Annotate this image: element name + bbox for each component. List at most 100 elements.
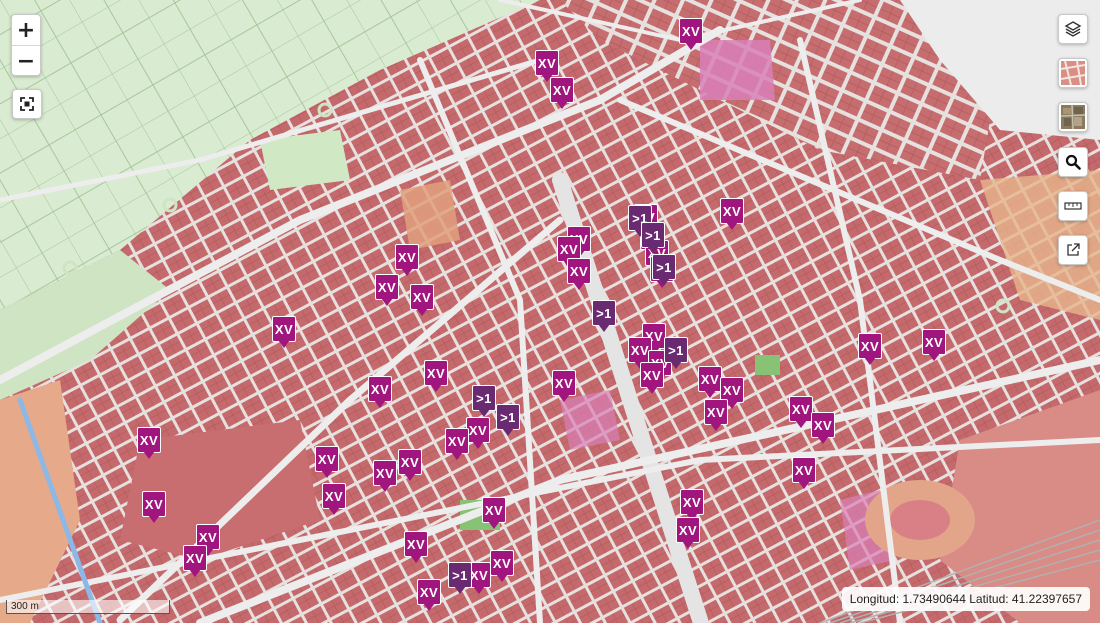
marker-label: XV xyxy=(858,333,882,359)
marker-pointer xyxy=(864,357,876,365)
xv-marker[interactable]: XV xyxy=(272,316,314,350)
marker-label: >1 xyxy=(664,337,688,363)
marker-pointer xyxy=(143,451,155,459)
xv-marker[interactable]: XV xyxy=(482,497,524,531)
xv-marker[interactable]: XV xyxy=(698,366,740,400)
marker-label: XV xyxy=(398,449,422,475)
marker-pointer xyxy=(573,282,585,290)
basemap-map-button[interactable] xyxy=(1058,58,1088,88)
xv-marker[interactable]: XV xyxy=(445,428,487,462)
marker-label: XV xyxy=(445,428,469,454)
xv-marker[interactable]: XV xyxy=(322,483,364,517)
marker-label: XV xyxy=(811,412,835,438)
marker-pointer xyxy=(404,473,416,481)
xv-marker[interactable]: XV xyxy=(550,77,592,111)
xv-marker[interactable]: XV xyxy=(315,446,357,480)
xv-marker[interactable]: XV xyxy=(183,545,225,579)
fullscreen-button[interactable] xyxy=(12,89,42,119)
marker-pointer xyxy=(416,308,428,316)
measure-button[interactable] xyxy=(1058,191,1088,221)
marker-label: XV xyxy=(410,284,434,310)
xv-marker[interactable]: XV xyxy=(142,491,184,525)
marker-label: >1 xyxy=(652,254,676,280)
cluster-marker[interactable]: >1 xyxy=(652,254,694,288)
xv-marker[interactable]: XV xyxy=(368,376,410,410)
marker-pointer xyxy=(321,470,333,478)
marker-label: XV xyxy=(640,362,664,388)
marker-pointer xyxy=(473,586,485,594)
marker-label: XV xyxy=(698,366,722,392)
xv-marker[interactable]: XV xyxy=(704,399,746,433)
search-button[interactable] xyxy=(1058,147,1088,177)
xv-marker[interactable]: XV xyxy=(404,531,446,565)
search-icon xyxy=(1065,154,1081,170)
marker-label: XV xyxy=(680,489,704,515)
xv-marker[interactable]: XV xyxy=(375,274,417,308)
xv-marker[interactable]: XV xyxy=(792,457,834,491)
xv-marker[interactable]: XV xyxy=(417,579,459,613)
marker-pointer xyxy=(795,420,807,428)
xv-marker[interactable]: XV xyxy=(398,449,440,483)
marker-label: XV xyxy=(315,446,339,472)
marker-label: XV xyxy=(417,579,441,605)
measure-icon xyxy=(1064,202,1082,210)
xv-marker[interactable]: XV xyxy=(789,396,831,430)
xv-marker[interactable]: XV xyxy=(679,18,721,52)
marker-label: XV xyxy=(183,545,207,571)
zoom-in-button[interactable]: + xyxy=(12,15,40,45)
layers-button[interactable] xyxy=(1058,14,1088,44)
marker-pointer xyxy=(472,441,484,449)
xv-marker[interactable]: XV xyxy=(410,284,452,318)
cluster-marker[interactable]: >1 xyxy=(641,222,683,256)
xv-marker[interactable]: XV xyxy=(720,198,762,232)
xv-marker[interactable]: XV xyxy=(640,362,682,396)
xv-marker[interactable]: XV xyxy=(424,360,466,394)
cluster-marker[interactable]: >1 xyxy=(592,300,634,334)
xv-marker[interactable]: XV xyxy=(395,244,437,278)
cluster-marker[interactable]: >1 xyxy=(664,337,706,371)
marker-pointer xyxy=(496,574,508,582)
marker-label: XV xyxy=(142,491,166,517)
marker-pointer xyxy=(381,298,393,306)
marker-pointer xyxy=(488,521,500,529)
marker-pointer xyxy=(928,353,940,361)
xv-marker[interactable]: XV xyxy=(552,370,594,404)
marker-pointer xyxy=(556,101,568,109)
xv-marker[interactable]: XV xyxy=(373,460,415,494)
marker-label: XV xyxy=(466,417,490,443)
basemap-ortho-button[interactable] xyxy=(1058,102,1088,132)
zoom-out-button[interactable]: − xyxy=(12,45,40,76)
marker-label: XV xyxy=(482,497,506,523)
cluster-marker[interactable]: >1 xyxy=(472,385,514,419)
marker-pointer xyxy=(598,324,610,332)
marker-pointer xyxy=(798,481,810,489)
marker-label: XV xyxy=(368,376,392,402)
marker-label: XV xyxy=(789,396,813,422)
marker-pointer xyxy=(454,586,466,594)
cluster-marker[interactable]: >1 xyxy=(496,404,538,438)
zoom-control: + − xyxy=(11,14,41,76)
marker-pointer xyxy=(502,428,514,436)
marker-label: XV xyxy=(676,517,700,543)
marker-label: XV xyxy=(322,483,346,509)
xv-marker[interactable]: XV xyxy=(137,427,179,461)
xv-marker[interactable]: XV xyxy=(567,258,609,292)
cluster-marker[interactable]: >1 xyxy=(448,562,490,596)
open-external-button[interactable] xyxy=(1058,235,1088,265)
scale-bar: 300 m xyxy=(6,600,170,614)
xv-marker[interactable]: XV xyxy=(490,550,532,584)
marker-pointer xyxy=(685,42,697,50)
xv-marker[interactable]: XV xyxy=(858,333,900,367)
xv-marker[interactable]: XV xyxy=(811,412,853,446)
marker-pointer xyxy=(704,390,716,398)
marker-label: >1 xyxy=(448,562,472,588)
marker-label: XV xyxy=(550,77,574,103)
marker-label: XV xyxy=(272,316,296,342)
xv-marker[interactable]: XV xyxy=(922,329,964,363)
marker-pointer xyxy=(401,268,413,276)
basemap-ortho-icon xyxy=(1061,105,1085,129)
xv-marker[interactable]: XV xyxy=(676,517,718,551)
coordinates-readout: Longitud: 1.73490644 Latitud: 41.2239765… xyxy=(841,587,1090,611)
map-viewport[interactable]: XVXVXVXVXVXVXVXVXVXV>1>1>1>1XVXVXVXVXVXV… xyxy=(0,0,1100,623)
xv-marker[interactable]: XV xyxy=(466,417,508,451)
